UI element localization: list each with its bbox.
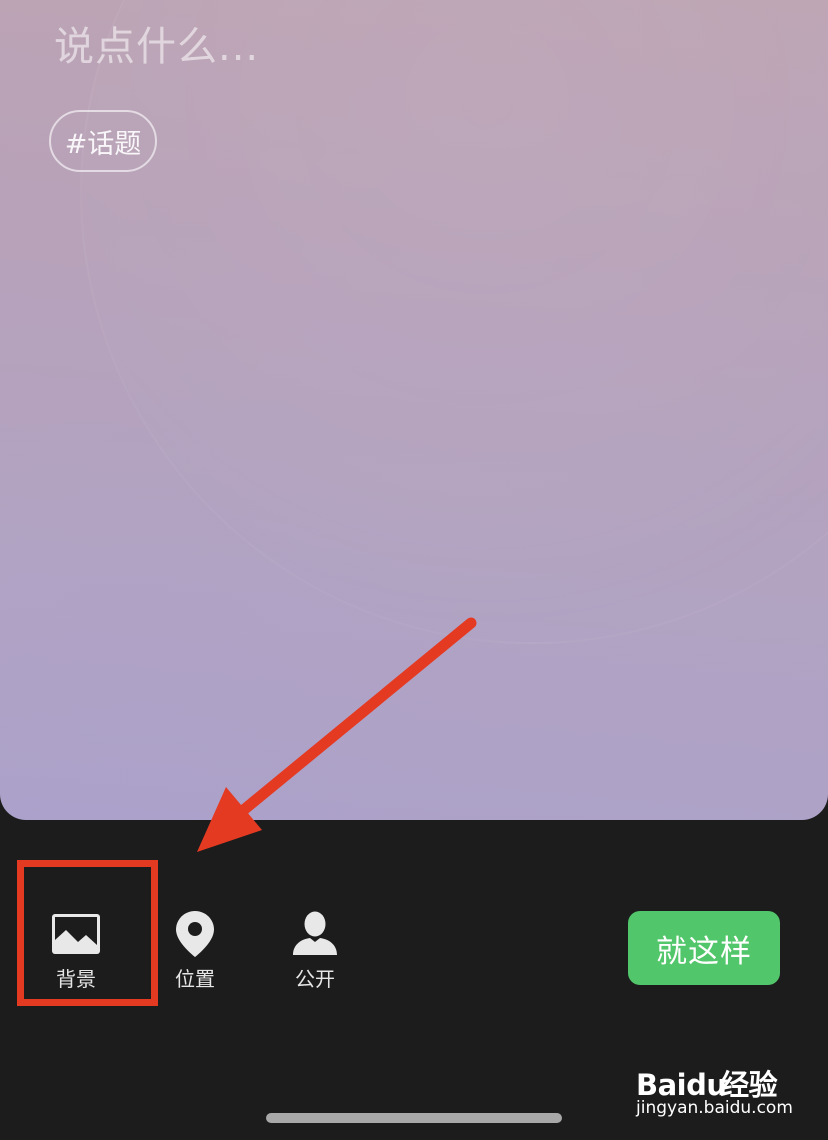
baidu-jingyan-watermark: Baidu经验 jingyan.baidu.com: [636, 1052, 793, 1122]
annotation-arrow: [197, 617, 477, 852]
watermark-url: jingyan.baidu.com: [636, 1098, 793, 1118]
baidu-paw-logo: du: [686, 1068, 727, 1102]
post-editor-screen: 说点什么... #话题 背景 位置 公开 就这样 Baidu经验 jingyan…: [0, 0, 828, 1140]
home-indicator[interactable]: [266, 1113, 562, 1123]
